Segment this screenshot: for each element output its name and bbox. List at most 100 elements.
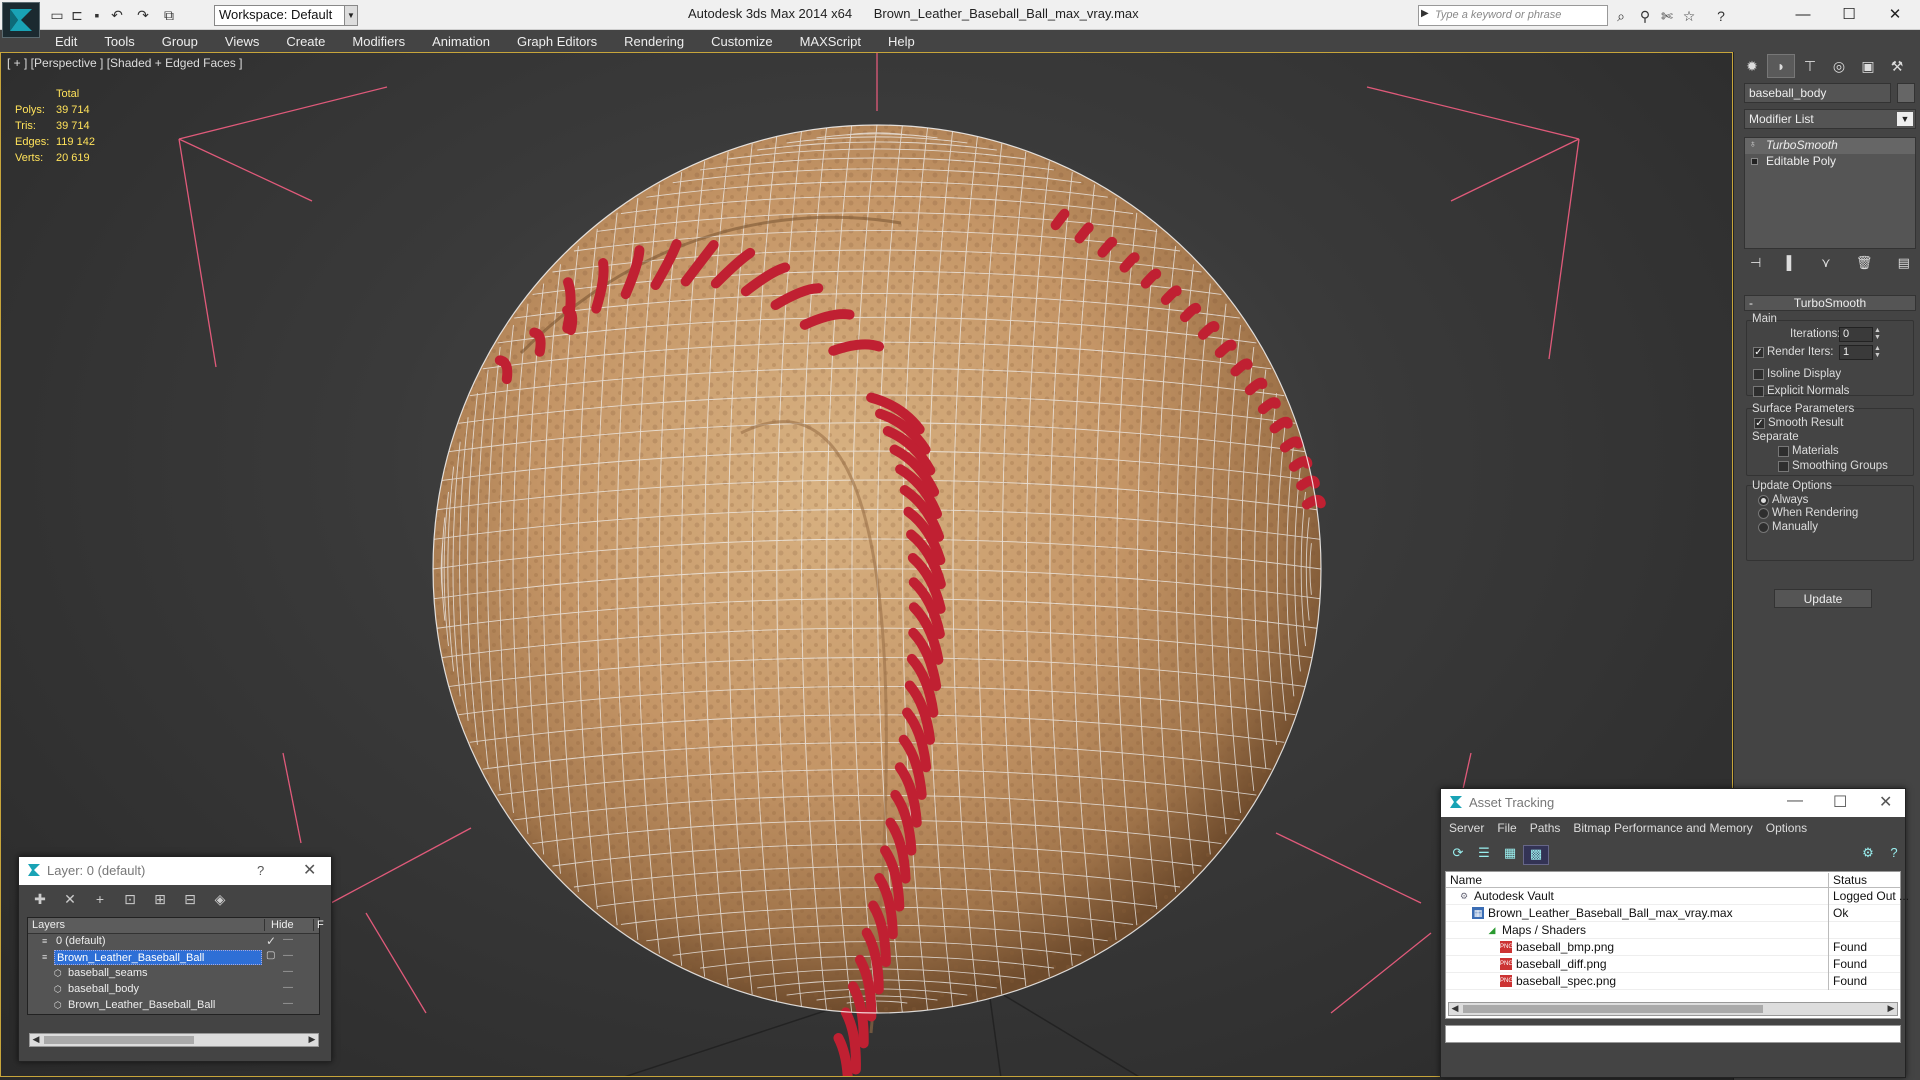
hide-toggle[interactable]: — — [283, 998, 293, 1009]
isoline-display-checkbox[interactable] — [1753, 369, 1764, 380]
update-when-rendering-radio[interactable] — [1758, 508, 1769, 519]
render-iters-spinner[interactable]: ▲ ▼ — [1874, 345, 1883, 360]
motion-tab-icon[interactable]: ◎ — [1825, 54, 1853, 78]
grid-view-icon[interactable]: ▩ — [1523, 845, 1549, 865]
close-icon[interactable]: ✕ — [303, 860, 316, 880]
current-layer-box-icon[interactable]: ▢ — [266, 950, 275, 961]
smooth-result-checkbox[interactable]: ✓ — [1754, 418, 1765, 429]
redo-icon[interactable]: ↷ — [132, 5, 154, 25]
select-objects-icon[interactable]: ⊡ — [115, 891, 145, 909]
render-iters-input[interactable]: 1 — [1839, 345, 1873, 360]
layer-row[interactable]: ≡ Brown_Leather_Baseball_Ball ▢ — — [28, 950, 319, 966]
hide-toggle[interactable]: — — [283, 982, 293, 993]
layer-row[interactable]: ⬡ Brown_Leather_Baseball_Ball — — [28, 998, 319, 1014]
menu-animation[interactable]: Animation — [432, 34, 490, 49]
chevron-down-icon[interactable]: ▼ — [1897, 112, 1913, 126]
workspace-dropdown-arrow-icon[interactable]: ▼ — [344, 5, 358, 26]
make-unique-icon[interactable]: ⋎ — [1821, 255, 1831, 277]
menu-group[interactable]: Group — [162, 34, 198, 49]
delete-layer-icon[interactable]: ✕ — [55, 891, 85, 909]
current-layer-check-icon[interactable]: ✓ — [266, 934, 276, 948]
minimize-button[interactable]: — — [1780, 0, 1826, 28]
vault-help-icon[interactable]: ⚙ — [1855, 845, 1881, 865]
create-tab-icon[interactable]: ✹ — [1738, 54, 1766, 78]
menu-customize[interactable]: Customize — [711, 34, 772, 49]
iterations-input[interactable]: 0 — [1839, 327, 1873, 342]
col-name[interactable]: Name — [1450, 873, 1482, 887]
new-layer-icon[interactable]: ✚ — [25, 891, 55, 909]
object-name-field[interactable]: baseball_body — [1744, 83, 1891, 103]
menu-tools[interactable]: Tools — [104, 34, 134, 49]
update-always-radio[interactable] — [1758, 495, 1769, 506]
viewport-label[interactable]: [ + ] [Perspective ] [Shaded + Edged Fac… — [7, 56, 242, 70]
configure-modifier-sets-icon[interactable]: ▤ — [1898, 255, 1910, 277]
asset-menu-bitmap-performance-and-memory[interactable]: Bitmap Performance and Memory — [1573, 821, 1752, 837]
col-status[interactable]: Status — [1828, 873, 1867, 887]
layer-row[interactable]: ⬡ baseball_seams — — [28, 966, 319, 982]
hide-toggle[interactable]: — — [283, 934, 293, 945]
menu-maxscript[interactable]: MAXScript — [800, 34, 861, 49]
hierarchy-tab-icon[interactable]: ⊤ — [1796, 54, 1824, 78]
modifier-list-dropdown[interactable]: Modifier List ▼ — [1744, 109, 1916, 129]
list-view-icon[interactable]: ☰ — [1471, 845, 1497, 865]
asset-menu-file[interactable]: File — [1497, 821, 1516, 837]
expand-icon[interactable] — [1751, 158, 1758, 165]
menu-views[interactable]: Views — [225, 34, 259, 49]
search-input[interactable]: ▶ Type a keyword or phrase — [1418, 5, 1608, 26]
maximize-icon[interactable]: ☐ — [1833, 792, 1847, 812]
hide-toggle[interactable]: — — [283, 966, 293, 977]
asset-row[interactable]: ⚙ Autodesk Vault Logged Out ... — [1446, 888, 1909, 905]
minimize-icon[interactable]: — — [1787, 792, 1803, 810]
col-layers[interactable]: Layers — [32, 919, 65, 931]
asset-menu-options[interactable]: Options — [1766, 821, 1807, 837]
asset-menu-paths[interactable]: Paths — [1530, 821, 1561, 837]
app-menu-button[interactable] — [2, 2, 40, 38]
hide-toggle[interactable]: — — [283, 950, 293, 961]
scroll-thumb[interactable] — [1463, 1005, 1763, 1013]
asset-row[interactable]: ▦ Brown_Leather_Baseball_Ball_max_vray.ma… — [1446, 905, 1900, 922]
asset-scrollbar[interactable]: ◀ ▶ — [1448, 1002, 1898, 1016]
explicit-normals-checkbox[interactable] — [1753, 386, 1764, 397]
help-icon[interactable]: ? — [257, 863, 264, 878]
smoothing-groups-checkbox[interactable] — [1778, 461, 1789, 472]
project-folder-icon[interactable]: ⧉ — [158, 5, 180, 25]
materials-checkbox[interactable] — [1778, 446, 1789, 457]
baseball-model[interactable] — [432, 124, 1326, 1077]
layer-row[interactable]: ⬡ baseball_body — — [28, 982, 319, 998]
turbosmooth-rollout-header[interactable]: - TurboSmooth — [1744, 295, 1916, 311]
scroll-right-icon[interactable]: ▶ — [306, 1034, 318, 1045]
utilities-tab-icon[interactable]: ⚒ — [1883, 54, 1911, 78]
subscription-icon[interactable]: ✄ — [1658, 7, 1676, 25]
show-end-result-icon[interactable]: ▌ — [1787, 255, 1796, 277]
stack-item-editable-poly[interactable]: Editable Poly — [1745, 154, 1915, 170]
render-iters-checkbox[interactable]: ✓ — [1753, 347, 1764, 358]
asset-menu-server[interactable]: Server — [1449, 821, 1484, 837]
help-icon[interactable]: ? — [1881, 845, 1907, 865]
layer-row[interactable]: ≡ 0 (default) ✓ — — [28, 934, 319, 950]
iterations-spinner[interactable]: ▲ ▼ — [1874, 327, 1883, 342]
update-button[interactable]: Update — [1774, 589, 1872, 608]
menu-create[interactable]: Create — [286, 34, 325, 49]
new-file-icon[interactable]: ▭ — [46, 5, 68, 25]
asset-window-titlebar[interactable]: Asset Tracking — ☐ ✕ — [1441, 789, 1905, 817]
lightbulb-icon[interactable]: ♁ — [1749, 139, 1759, 151]
pin-stack-icon[interactable]: ⊣ — [1750, 255, 1761, 277]
display-tab-icon[interactable]: ▣ — [1854, 54, 1882, 78]
favorites-icon[interactable]: ☆ — [1680, 7, 1698, 25]
workspace-dropdown[interactable]: Workspace: Default — [214, 5, 358, 26]
menu-edit[interactable]: Edit — [55, 34, 77, 49]
help-icon[interactable]: ? — [1712, 7, 1730, 25]
scroll-right-icon[interactable]: ▶ — [1885, 1003, 1897, 1014]
open-folder-icon[interactable]: ⊏ — [66, 5, 88, 25]
menu-modifiers[interactable]: Modifiers — [352, 34, 405, 49]
maximize-button[interactable]: ☐ — [1826, 0, 1872, 28]
menu-graph-editors[interactable]: Graph Editors — [517, 34, 597, 49]
asset-row[interactable]: PNG baseball_diff.png Found — [1446, 956, 1900, 973]
update-manually-radio[interactable] — [1758, 522, 1769, 533]
asset-row[interactable]: PNG baseball_bmp.png Found — [1446, 939, 1900, 956]
collapse-icon[interactable]: - — [1749, 296, 1753, 310]
select-layer-icon[interactable]: ⊞ — [145, 891, 175, 909]
save-icon[interactable]: ▪ — [86, 5, 108, 25]
remove-modifier-icon[interactable]: 🗑 — [1856, 255, 1873, 277]
col-hide[interactable]: Hide — [264, 919, 294, 931]
